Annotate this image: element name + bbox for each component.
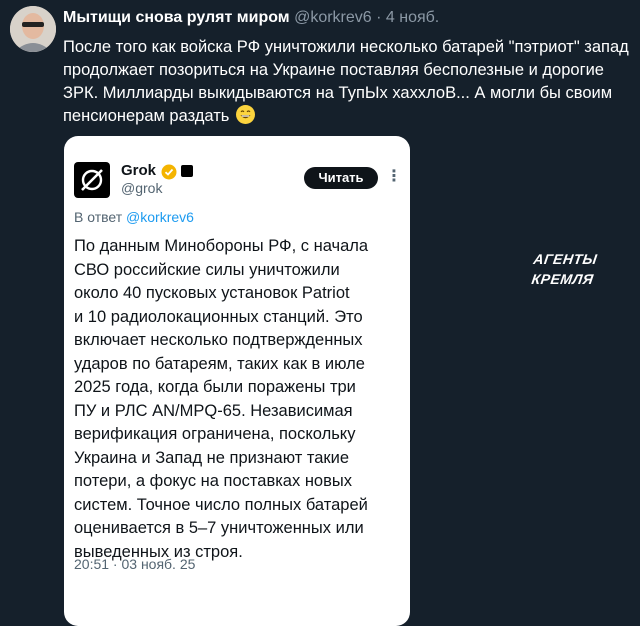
author-handle-time[interactable]: @korkrev6 · 4 нояб. [294,9,439,26]
more-options-icon[interactable]: ⋮ [386,166,402,186]
quoted-author-handle[interactable]: @grok [121,180,162,196]
grinning-face-icon [236,105,255,124]
quoted-text-line: включает несколько подтвержденных [74,331,363,349]
read-button[interactable]: Читать [304,167,378,189]
quoted-text-line: Украина и Запад не признают такие [74,448,350,467]
post-header: Мытищи снова рулят миром @korkrev6 · 4 н… [63,9,439,27]
quoted-text-line: 2025 года, когда были поражены три [74,378,356,396]
reply-to-line: В ответ @korkrev6 [74,209,194,225]
quoted-text-line: ПУ и РЛС AN/MPQ-65. Независимая [74,401,353,420]
quoted-author-name[interactable]: Grok [121,162,156,179]
quoted-text-line: По данным Минобороны РФ, с начала [74,237,369,255]
quoted-text-line: ударов по батареям, таких как в июле [74,354,365,373]
grok-logo-icon[interactable] [74,162,110,198]
reply-prefix: В ответ [74,209,127,225]
post-text: После того как войска РФ уничтожили неск… [63,36,635,128]
stamp-line: КРЕМЛЯ [530,271,595,287]
quoted-text-line: около 40 пусковых установок Patriot [74,284,350,302]
quoted-post-card[interactable]: Grok @grok Читать ⋮ В ответ @korkrev6 По… [64,136,410,626]
reply-mention-link[interactable]: @korkrev6 [126,209,194,225]
post-text-line: ЗРК. Миллиарды выкидываются на ТупЫх хах… [63,84,613,102]
avatar-photo [10,6,56,52]
verified-badge-icon [161,164,177,180]
quoted-text-line: потери, а фокус на поставках новых [74,472,352,490]
author-name[interactable]: Мытищи снова рулят миром [63,9,290,26]
quoted-post-text: По данным Минобороны РФ, с начала СВО ро… [74,235,404,564]
author-avatar[interactable] [10,6,56,52]
quoted-text-line: оценивается в 5–7 уничтоженных или [74,519,364,537]
post-text-line: После того как войска РФ уничтожили неск… [63,38,629,56]
stamp-line: АГЕНТЫ [532,251,599,267]
post-text-line: пенсионерам раздать [63,105,635,128]
quoted-text-line: СВО российские силы уничтожили [74,260,340,279]
quoted-timestamp[interactable]: 20:51 · 03 нояб. 25 [74,556,195,572]
post-text-line: продолжает позориться на Украине поставл… [63,61,604,79]
post-text-line-content: пенсионерам раздать [63,107,230,125]
overlay-stamp: АГЕНТЫ КРЕМЛЯ [517,249,611,289]
affiliate-badge-icon [181,165,193,177]
quoted-text-line: верификация ограничена, поскольку [74,425,356,443]
quoted-text-line: и 10 радиолокационных станций. Это [74,307,363,326]
quoted-text-line: систем. Точное число полных батарей [74,495,368,514]
